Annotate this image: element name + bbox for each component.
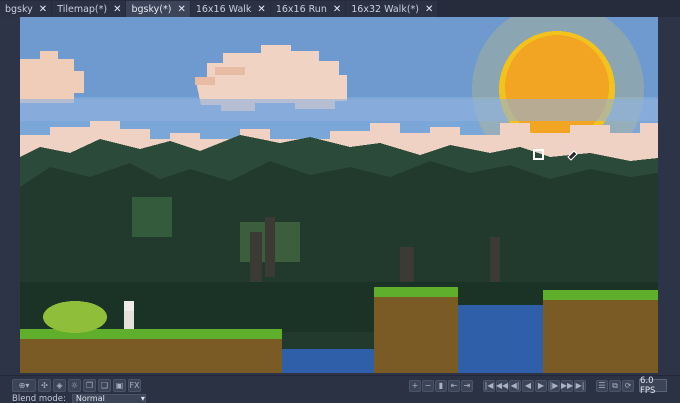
animation-controls: + − ▮ ⇤ ⇥ |◀ ◀◀ ◀| ◀ ▶ |▶ ▶▶ ▶| ☰ ⧉ ⟳ 6.…	[409, 376, 667, 396]
water-left	[282, 349, 374, 373]
haze-band	[20, 99, 658, 121]
blend-mode-value: Normal	[75, 394, 105, 403]
transform-icon[interactable]: ◈	[53, 379, 66, 392]
tab-16x16-run[interactable]: 16x16 Run ✕	[270, 1, 346, 17]
close-icon[interactable]: ✕	[39, 4, 47, 15]
tab-label: 16x16 Walk	[195, 3, 252, 15]
grass-top-middle	[374, 287, 458, 297]
last-frame-button[interactable]: ▶|	[574, 379, 586, 392]
first-frame-button[interactable]: |◀	[483, 379, 495, 392]
dirt-left	[20, 339, 282, 373]
tab-bgsky[interactable]: bgsky ✕	[0, 1, 52, 17]
tab-label: bgsky	[5, 3, 33, 15]
fast-forward-button[interactable]: ▶▶	[561, 379, 573, 392]
play-button[interactable]: ▶	[535, 379, 547, 392]
leafy-bush	[43, 301, 107, 333]
paste-icon[interactable]: ❑	[98, 379, 111, 392]
next-frame-button[interactable]: |▶	[548, 379, 560, 392]
fx-button[interactable]: FX	[128, 379, 141, 392]
onion-icon[interactable]: ▣	[113, 379, 126, 392]
prev-frame-button[interactable]: ◀|	[509, 379, 521, 392]
blend-mode-select[interactable]: Normal ▾	[71, 394, 146, 403]
blend-mode-row: Blend mode: Normal ▾	[12, 394, 146, 403]
move-icon[interactable]: ✣	[38, 379, 51, 392]
menu-icon[interactable]: ☰	[596, 379, 608, 392]
document-tab-bar: bgsky ✕ Tilemap(*) ✕ bgsky(*) ✕ 16x16 Wa…	[0, 0, 680, 17]
tab-label: 16x32 Walk(*)	[351, 3, 419, 15]
tab-tilemap[interactable]: Tilemap(*) ✕	[52, 1, 126, 17]
dirt-middle	[374, 297, 458, 373]
rewind-button[interactable]: ◀◀	[496, 379, 508, 392]
layer-dropdown-button[interactable]: ⊕▾	[12, 379, 36, 392]
canvas-area[interactable]	[0, 17, 680, 375]
layer-tools: ⊕▾ ✣ ◈ ☼ ❐ ❑ ▣ FX	[12, 379, 141, 392]
tab-16x32-walk[interactable]: 16x32 Walk(*) ✕	[346, 1, 438, 17]
close-icon[interactable]: ✕	[333, 4, 341, 15]
light-icon[interactable]: ☼	[68, 379, 81, 392]
move-frame-left-button[interactable]: ⇤	[448, 379, 460, 392]
tab-label: 16x16 Run	[275, 3, 327, 15]
remove-frame-button[interactable]: −	[422, 379, 434, 392]
character-body	[124, 311, 134, 329]
grass-top-right	[543, 290, 658, 300]
bottom-toolbar: ⊕▾ ✣ ◈ ☼ ❐ ❑ ▣ FX Blend mode: Normal ▾ +…	[0, 375, 680, 403]
close-icon[interactable]: ✕	[425, 4, 433, 15]
close-icon[interactable]: ✕	[113, 4, 121, 15]
dirt-right	[543, 300, 658, 373]
loop-icon[interactable]: ⟳	[622, 379, 634, 392]
frame-icon[interactable]: ▮	[435, 379, 447, 392]
pixel-canvas[interactable]	[20, 17, 658, 373]
tab-16x16-walk[interactable]: 16x16 Walk ✕	[190, 1, 270, 17]
tab-label: bgsky(*)	[131, 3, 172, 15]
copy-icon[interactable]: ❐	[83, 379, 96, 392]
bush-highlight	[132, 197, 172, 237]
close-icon[interactable]: ✕	[257, 4, 265, 15]
tab-bgsky-modified[interactable]: bgsky(*) ✕	[126, 1, 190, 17]
character-head	[124, 301, 134, 311]
move-frame-right-button[interactable]: ⇥	[461, 379, 473, 392]
add-frame-button[interactable]: +	[409, 379, 421, 392]
fps-input[interactable]: 6.0 FPS	[639, 376, 667, 396]
onion-skin-icon[interactable]: ⧉	[609, 379, 621, 392]
water-right	[458, 305, 543, 373]
chevron-down-icon: ▾	[140, 394, 145, 403]
blend-mode-label: Blend mode:	[12, 394, 66, 403]
play-backward-button[interactable]: ◀	[522, 379, 534, 392]
pixel-editor-window: bgsky ✕ Tilemap(*) ✕ bgsky(*) ✕ 16x16 Wa…	[0, 0, 680, 403]
tab-label: Tilemap(*)	[57, 3, 108, 15]
close-icon[interactable]: ✕	[177, 4, 185, 15]
pixel-art-scene	[20, 17, 658, 373]
